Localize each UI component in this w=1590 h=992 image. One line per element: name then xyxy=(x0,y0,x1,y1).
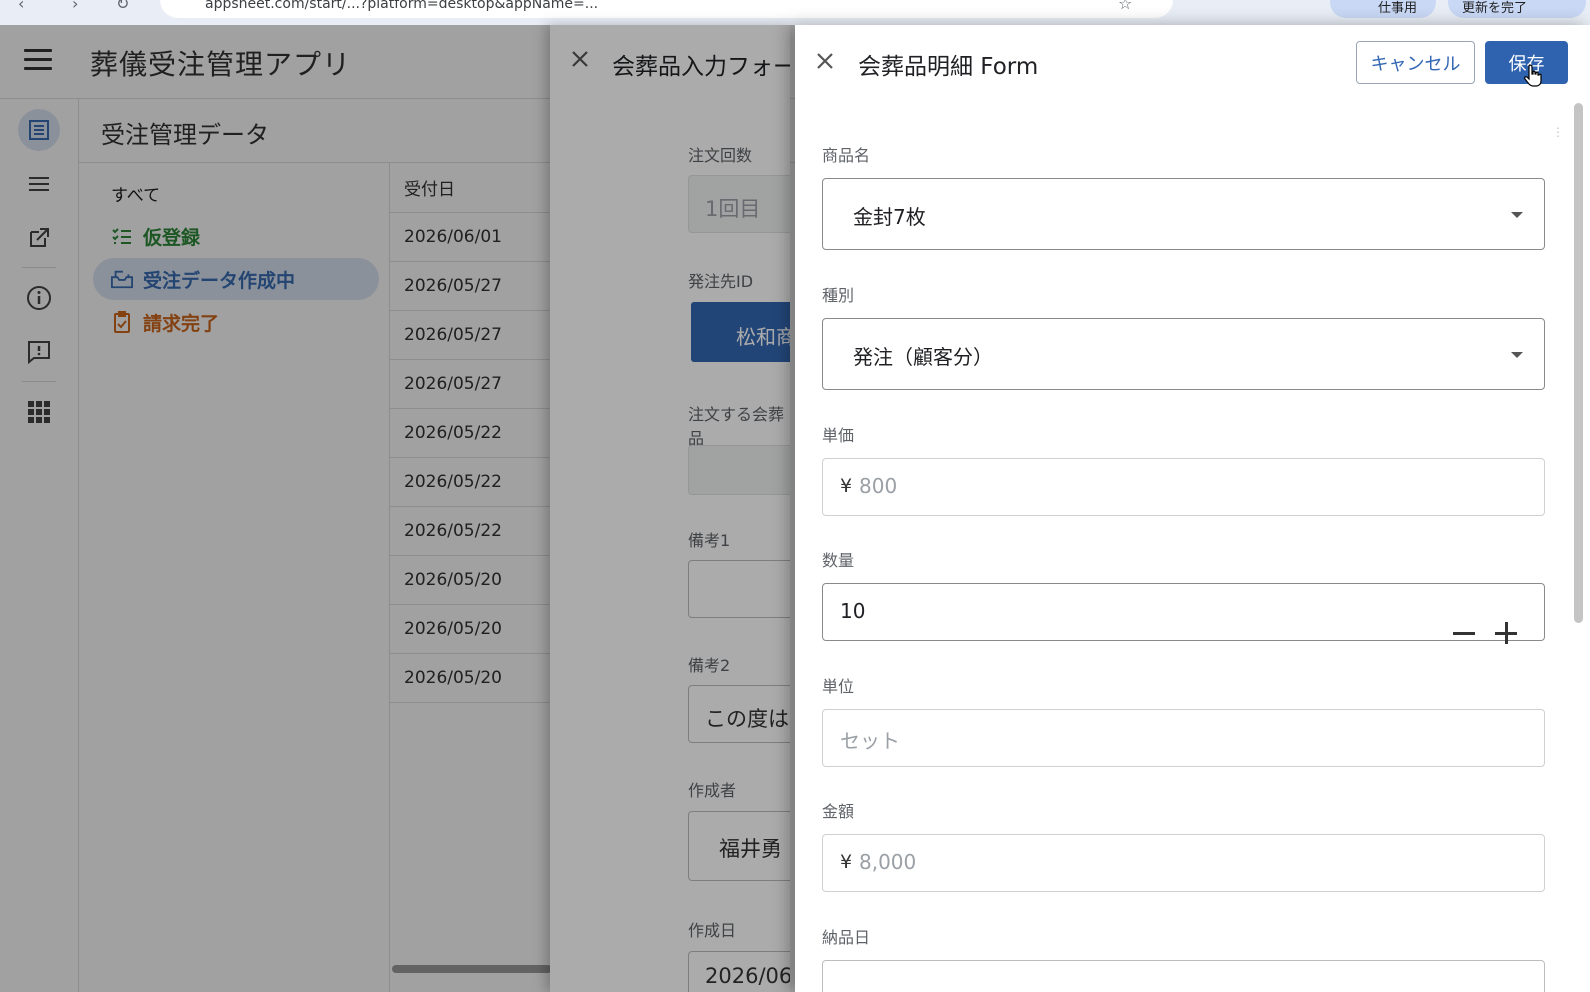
detail-form-panel: 会葬品明細 Form キャンセル 保存 ⋮ 商品名 金封7枚 種別 発注（顧客分… xyxy=(795,25,1590,992)
url-text: appsheet.com/start/...?platform=desktop&… xyxy=(205,0,599,12)
close-icon[interactable] xyxy=(813,49,837,73)
minus-icon[interactable] xyxy=(1453,632,1475,635)
amount-field[interactable] xyxy=(822,834,1545,892)
profile-label: 仕事用 xyxy=(1378,1,1418,16)
plus-icon-vertical xyxy=(1504,622,1508,644)
type-value: 発注（顧客分） xyxy=(853,345,993,369)
amount-placeholder: 8,000 xyxy=(859,850,917,874)
product-label: 商品名 xyxy=(822,146,871,165)
currency-prefix: ¥ xyxy=(840,851,853,873)
delivery-date-label: 納品日 xyxy=(822,928,871,947)
quantity-stepper[interactable] xyxy=(822,583,1545,641)
type-label: 種別 xyxy=(822,286,855,305)
currency-prefix: ¥ xyxy=(840,475,853,497)
unit-field[interactable] xyxy=(822,709,1545,767)
unit-placeholder: セット xyxy=(840,729,900,753)
quantity-label: 数量 xyxy=(822,551,855,570)
detail-form-title: 会葬品明細 Form xyxy=(858,54,1039,80)
modal-backdrop[interactable] xyxy=(0,25,795,992)
unit-price-field[interactable] xyxy=(822,458,1545,516)
amount-label: 金額 xyxy=(822,802,855,821)
back-icon[interactable]: ‹ xyxy=(18,0,24,13)
bookmark-star-icon[interactable]: ☆ xyxy=(1118,0,1132,13)
unit-label: 単位 xyxy=(822,677,855,696)
hand-cursor-icon xyxy=(1524,64,1542,87)
product-select[interactable] xyxy=(822,178,1545,250)
update-label: 更新を完了 xyxy=(1462,1,1528,16)
product-value: 金封7枚 xyxy=(853,205,926,229)
unit-price-label: 単価 xyxy=(822,426,855,445)
chevron-down-icon[interactable] xyxy=(1511,352,1523,358)
reload-icon[interactable]: ↻ xyxy=(116,0,129,13)
delivery-date-field[interactable] xyxy=(822,960,1545,992)
chevron-down-icon[interactable] xyxy=(1511,212,1523,218)
form-vertical-scrollbar[interactable] xyxy=(1574,103,1583,623)
more-indicator: ⋮ xyxy=(1552,125,1564,139)
forward-icon[interactable]: › xyxy=(72,0,78,13)
cancel-button[interactable]: キャンセル xyxy=(1356,41,1475,84)
browser-toolbar: ‹ › ↻ appsheet.com/start/...?platform=de… xyxy=(0,0,1590,25)
unit-price-placeholder: 800 xyxy=(859,474,898,498)
quantity-value: 10 xyxy=(840,599,866,623)
